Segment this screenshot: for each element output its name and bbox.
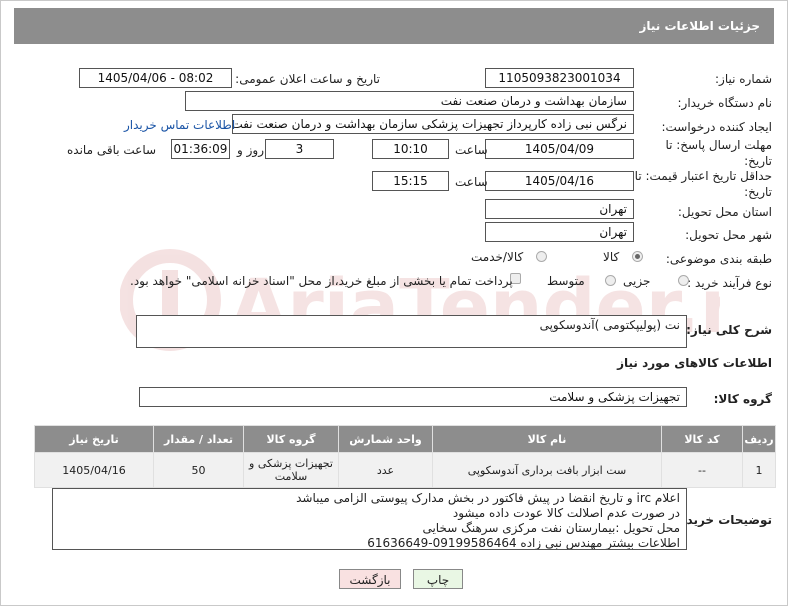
- buyer-org-field: سازمان بهداشت و درمان صنعت نفت: [185, 91, 634, 111]
- goods-info-title: اطلاعات کالاهای مورد نیاز: [617, 356, 772, 370]
- days-label: روز و: [237, 143, 264, 157]
- cell-unit: عدد: [338, 452, 433, 488]
- validity-time-label: ساعت: [455, 175, 488, 189]
- announce-label: تاریخ و ساعت اعلان عمومی:: [235, 72, 380, 86]
- announce-field: 1405/04/06 - 08:02: [79, 68, 232, 88]
- col-unit: واحد شمارش: [338, 425, 433, 453]
- category-goods-radio[interactable]: [632, 251, 643, 262]
- requester-label: ایجاد کننده درخواست:: [661, 120, 772, 134]
- process-minor-label: جزیی: [623, 274, 651, 288]
- buyer-note-line: در صورت عدم اصلالت کالا عودت داده میشود: [452, 506, 680, 520]
- validity-label: حداقل تاریخ اعتبار قیمت: تا تاریخ:: [634, 169, 772, 199]
- col-qty: تعداد / مقدار: [153, 425, 244, 453]
- buyer-note-line: اطلاعات بیشتر مهندس نبی زاده 09199586464…: [367, 536, 680, 550]
- col-date: تاریخ نیاز: [34, 425, 154, 453]
- page-header: جزئیات اطلاعات نیاز: [14, 8, 774, 44]
- process-minor-radio[interactable]: [678, 275, 689, 286]
- col-row: ردیف: [742, 425, 776, 453]
- deadline-time-label: ساعت: [455, 143, 488, 157]
- col-code: کد کالا: [661, 425, 743, 453]
- process-medium-label: متوسط: [547, 274, 585, 288]
- deadline-time-field: 10:10: [372, 139, 449, 159]
- category-goods-service-radio[interactable]: [536, 251, 547, 262]
- print-button[interactable]: چاپ: [413, 569, 463, 589]
- back-button[interactable]: بازگشت: [339, 569, 401, 589]
- col-name: نام کالا: [432, 425, 662, 453]
- process-label: نوع فرآیند خرید :: [687, 276, 772, 290]
- buyer-org-label: نام دستگاه خریدار:: [677, 96, 773, 110]
- category-goods-service-label: کالا/خدمت: [471, 250, 524, 264]
- treasury-payment-note: پرداخت تمام یا بخشی از مبلغ خرید،از محل …: [130, 274, 513, 288]
- cell-group: تجهیزات پزشکی و سلامت: [243, 452, 339, 488]
- deadline-date-field: 1405/04/09: [485, 139, 634, 159]
- province-field: تهران: [485, 199, 634, 219]
- category-goods-label: کالا: [603, 250, 620, 264]
- goods-group-label: گروه کالا:: [713, 392, 772, 406]
- cell-qty: 50: [153, 452, 244, 488]
- remaining-time-field: 01:36:09: [171, 139, 230, 159]
- requester-field: نرگس نبی زاده کارپرداز تجهیزات پزشکی ساز…: [232, 114, 634, 134]
- description-field: نت (پولیپکتومی )آندوسکوپی: [136, 315, 687, 348]
- goods-group-field: تجهیزات پزشکی و سلامت: [139, 387, 687, 407]
- deadline-label: مهلت ارسال پاسخ: تا تاریخ:: [665, 138, 772, 168]
- city-label: شهر محل تحویل:: [685, 228, 772, 242]
- cell-code: --: [661, 452, 743, 488]
- days-field: 3: [265, 139, 334, 159]
- col-group: گروه کالا: [243, 425, 339, 453]
- cell-row: 1: [742, 452, 776, 488]
- buyer-notes-field: اعلام irc و تاریخ انقضا در پیش فاکتور در…: [52, 488, 687, 550]
- remaining-time-label: ساعت باقی مانده: [67, 143, 157, 157]
- city-field: تهران: [485, 222, 634, 242]
- cell-name: ست ابزار بافت برداری آندوسکوپی: [432, 452, 662, 488]
- validity-date-field: 1405/04/16: [485, 171, 634, 191]
- buyer-note-line: اعلام irc و تاریخ انقضا در پیش فاکتور در…: [296, 491, 680, 505]
- goods-table: ردیف کد کالا نام کالا واحد شمارش گروه کا…: [34, 425, 776, 488]
- cell-date: 1405/04/16: [34, 452, 154, 488]
- goods-table-header: ردیف کد کالا نام کالا واحد شمارش گروه کا…: [34, 425, 776, 453]
- table-row: 1 -- ست ابزار بافت برداری آندوسکوپی عدد …: [34, 452, 776, 488]
- need-number-field: 1105093823001034: [485, 68, 634, 88]
- process-medium-radio[interactable]: [605, 275, 616, 286]
- need-number-label: شماره نیاز:: [715, 72, 772, 86]
- category-label: طبقه بندی موضوعی:: [665, 252, 772, 266]
- validity-time-field: 15:15: [372, 171, 449, 191]
- description-label: شرح کلی نیاز:: [686, 323, 772, 337]
- buyer-note-line: محل تحویل :بیمارستان نفت مرکزی سرهنگ سخا…: [422, 521, 680, 535]
- buyer-contact-link[interactable]: اطلاعات تماس خریدار: [124, 118, 235, 132]
- province-label: استان محل تحویل:: [677, 205, 772, 219]
